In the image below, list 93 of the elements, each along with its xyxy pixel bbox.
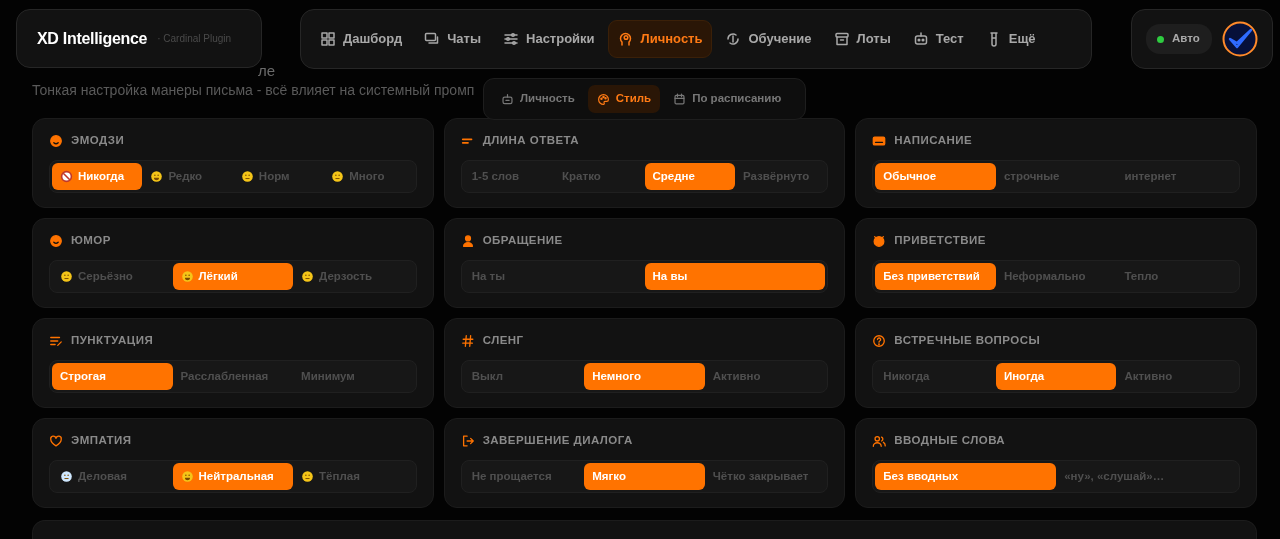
brand-name: XD Intelligence: [37, 28, 148, 49]
archive-icon: [833, 31, 850, 47]
robot-icon: [912, 31, 929, 47]
option-button[interactable]: Лёгкий: [172, 263, 294, 291]
option-button[interactable]: Тепло: [1116, 263, 1237, 291]
text-icon: [49, 334, 63, 348]
emoji-icon: [60, 470, 73, 484]
head-icon: [617, 31, 634, 47]
setting-title: СЛЕНГ: [482, 333, 524, 349]
emoji-icon: [240, 170, 254, 184]
sliders-icon: [503, 31, 519, 47]
option-button[interactable]: Никогда: [52, 163, 143, 191]
option-button[interactable]: Немного: [584, 363, 705, 391]
emoji-icon: [301, 270, 315, 284]
page-title: ле: [257, 62, 277, 80]
option-button[interactable]: Много: [323, 163, 414, 191]
option-button[interactable]: Минимум: [293, 363, 414, 391]
person-icon: [460, 234, 475, 248]
option-button[interactable]: Обычное: [875, 163, 996, 191]
option-button[interactable]: Норм: [232, 163, 324, 191]
submenu-tab[interactable]: Стиль: [587, 85, 661, 113]
option-button[interactable]: Активно: [1116, 363, 1237, 391]
option-button[interactable]: Не прощается: [463, 463, 585, 491]
emoji-icon: [60, 170, 73, 184]
option-button[interactable]: Расслабленная: [172, 363, 294, 391]
option-button[interactable]: строчные: [995, 163, 1117, 191]
setting-title: ПУНКТУАЦИЯ: [71, 333, 154, 349]
nav-tab[interactable]: Обучение: [716, 21, 821, 57]
submenu-tab[interactable]: Личность: [492, 85, 584, 113]
nav-tab[interactable]: Ещё: [976, 21, 1045, 57]
heart-icon: [49, 434, 63, 448]
page-subtitle: Тонкая настройка манеры письма - всё влияет на системный промп: [32, 81, 475, 100]
option-button[interactable]: Нейтральная: [172, 463, 294, 491]
option-button[interactable]: Строгая: [52, 363, 173, 391]
emoji-icon: [301, 470, 315, 484]
setting-title: ЭМОДЗИ: [71, 133, 125, 149]
option-button[interactable]: Иногда: [995, 363, 1117, 391]
auto-mode-button[interactable]: Авто: [1146, 24, 1212, 54]
setting-title: ЭМПАТИЯ: [71, 433, 132, 449]
nav-tab[interactable]: Тест: [903, 21, 973, 57]
avatar-icon[interactable]: [1221, 21, 1258, 57]
nav-tab[interactable]: Дашборд: [311, 21, 412, 57]
option-button[interactable]: Развёрнуто: [734, 163, 826, 191]
option-button[interactable]: Кратко: [554, 163, 645, 191]
emoji-icon: [180, 470, 194, 484]
option-button[interactable]: Средне: [644, 163, 735, 191]
setting-title: ВСТРЕЧНЫЕ ВОПРОСЫ: [894, 333, 1041, 349]
setting-title: ОБРАЩЕНИЕ: [482, 233, 563, 249]
option-button[interactable]: Никогда: [875, 363, 996, 391]
setting-title: ДЛИНА ОТВЕТА: [482, 133, 580, 149]
emoji-icon: [180, 270, 194, 284]
option-button[interactable]: На ты: [463, 263, 645, 291]
exit-icon: [460, 434, 475, 448]
option-button[interactable]: интернет: [1116, 163, 1237, 191]
option-button[interactable]: «ну», «слушай»…: [1056, 463, 1237, 491]
nav-tab[interactable]: Лоты: [824, 21, 900, 57]
option-button[interactable]: Без приветствий: [875, 263, 996, 291]
submenu-tab[interactable]: По расписанию: [664, 85, 791, 113]
people-icon: [872, 434, 887, 448]
setting-title: ЗАВЕРШЕНИЕ ДИАЛОГА: [482, 433, 633, 449]
setting-title: НАПИСАНИЕ: [894, 133, 973, 149]
calendar-icon: [673, 92, 687, 106]
robot-icon: [501, 92, 514, 106]
palette-icon: [596, 92, 610, 106]
smiley-icon: [49, 134, 63, 148]
option-button[interactable]: Тёплая: [293, 463, 414, 491]
hash-icon: [460, 334, 475, 348]
option-button[interactable]: На вы: [644, 263, 826, 291]
option-button[interactable]: Серьёзно: [52, 263, 173, 291]
smiley-icon: [49, 234, 63, 248]
emoji-icon: [60, 270, 73, 284]
setting-title: ВВОДНЫЕ СЛОВА: [894, 433, 1006, 449]
grid-icon: [320, 31, 336, 47]
cycle-icon: [725, 31, 742, 47]
question-icon: [872, 334, 887, 348]
option-button[interactable]: Выкл: [463, 363, 585, 391]
emoji-icon: [331, 170, 345, 184]
option-button[interactable]: Без вводных: [875, 463, 1057, 491]
option-button[interactable]: Чётко закрывает: [704, 463, 826, 491]
nav-tab[interactable]: Чаты: [415, 21, 490, 57]
setting-title: ЮМОР: [71, 233, 111, 249]
option-button[interactable]: Активно: [704, 363, 826, 391]
chat-icon: [424, 31, 441, 47]
emoji-icon: [150, 170, 164, 184]
nav-tab[interactable]: Личность: [607, 20, 713, 58]
option-button[interactable]: Редко: [142, 163, 233, 191]
option-button[interactable]: 1-5 слов: [463, 163, 555, 191]
option-button[interactable]: Мягко: [584, 463, 705, 491]
option-button[interactable]: Дерзость: [293, 263, 414, 291]
option-button[interactable]: Деловая: [52, 463, 173, 491]
option-button[interactable]: Неформально: [995, 263, 1117, 291]
nav-tab[interactable]: Настройки: [494, 21, 604, 57]
setting-title: ПРИВЕТСТВИЕ: [894, 233, 986, 249]
